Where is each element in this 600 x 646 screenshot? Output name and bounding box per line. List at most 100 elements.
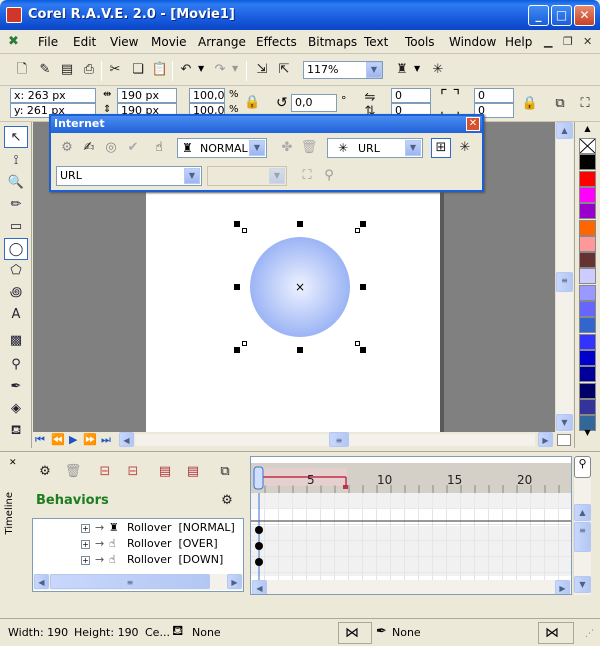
url-field[interactable]: URL (56, 166, 202, 186)
color-swatch[interactable] (579, 252, 596, 269)
print-icon[interactable]: ⎙ (79, 60, 99, 80)
maximize-button[interactable]: □ (551, 5, 572, 26)
link-type-dropdown-icon[interactable]: ▼ (405, 140, 421, 156)
new-behavior-icon[interactable]: ⚙ (34, 462, 56, 484)
scroll-down-button[interactable]: ▼ (556, 414, 573, 431)
selection-handle[interactable] (360, 347, 366, 353)
internet-title-bar[interactable]: Internet ✕ (51, 116, 482, 133)
menu-view[interactable]: View (110, 35, 138, 49)
color-swatch[interactable] (579, 366, 596, 383)
timeline-vertical-scrollbar[interactable]: ⚲ ▲ ≡ ▼ (573, 456, 591, 595)
node-handle[interactable] (242, 228, 247, 233)
cut-icon[interactable]: ✂ (105, 60, 125, 80)
scroll-thumb[interactable]: ≡ (556, 272, 573, 292)
bookmark-manager-icon[interactable]: ⚲ (319, 166, 339, 186)
first-frame-icon[interactable]: ⏮ (35, 433, 45, 447)
polygon-tool-icon[interactable]: ⬠ (4, 260, 28, 282)
timeline-options-icon[interactable]: ⧉ (214, 462, 236, 484)
freehand-tool-icon[interactable]: ✏ (4, 194, 28, 216)
color-swatch[interactable] (579, 333, 596, 350)
width-field[interactable]: 190 px (117, 88, 177, 103)
menu-file[interactable]: File (38, 35, 58, 49)
behaviors-tree[interactable]: + → ♜ Rollover [NORMAL] + → ☝ Rollover [… (32, 518, 244, 592)
remove-keyframe-icon[interactable]: ▤ (182, 462, 204, 484)
interactive-blend-icon[interactable]: ▩ (4, 330, 28, 352)
corner-topright-field[interactable]: 0 (474, 88, 514, 103)
spiral-tool-icon[interactable]: ꩜ (4, 282, 28, 304)
target-dropdown-icon[interactable]: ▼ (269, 168, 285, 184)
state-dropdown-icon[interactable]: ▼ (249, 140, 265, 156)
color-swatch[interactable] (579, 154, 596, 171)
canvas-vertical-scrollbar[interactable]: ▲ ≡ ▼ (555, 122, 573, 432)
copy-icon[interactable]: ❏ (128, 60, 148, 80)
mdi-close-icon[interactable]: ✕ (583, 35, 592, 48)
menu-help[interactable]: Help (505, 35, 532, 49)
no-color-swatch[interactable] (579, 138, 596, 154)
rollover-edit-icon[interactable]: ✍ (79, 138, 99, 158)
timeline-scroll-down[interactable]: ▼ (574, 576, 591, 593)
scroll-right-button[interactable]: ▶ (538, 432, 553, 447)
color-swatch[interactable] (579, 382, 596, 399)
zoom-dropdown-icon[interactable]: ▼ (366, 62, 382, 78)
text-tool-icon[interactable]: A (4, 304, 28, 326)
outline-tool-icon[interactable]: ✒ (4, 376, 28, 398)
bookmark-icon[interactable]: ⛶ (297, 166, 317, 186)
expand-icon[interactable]: + (81, 556, 90, 565)
show-hotspot-icon[interactable]: ⊞ (431, 138, 451, 158)
rollover-extract-icon[interactable]: ◎ (101, 138, 121, 158)
frame-ruler[interactable]: 5 10 15 20 (251, 463, 571, 493)
color-swatch[interactable] (579, 398, 596, 415)
menu-bitmaps[interactable]: Bitmaps (308, 35, 357, 49)
application-launcher-icon[interactable]: ♜ (392, 60, 412, 80)
selection-handle[interactable] (360, 221, 366, 227)
minimize-button[interactable]: _ (528, 5, 549, 26)
frames-scroll-right[interactable]: ▶ (555, 580, 570, 594)
undo-dropdown-icon[interactable]: ▼ (198, 64, 204, 73)
eyedropper-tool-icon[interactable]: ⚲ (4, 354, 28, 376)
internet-close-button[interactable]: ✕ (466, 117, 480, 131)
redo-dropdown-icon[interactable]: ▼ (232, 64, 238, 73)
color-swatch[interactable] (579, 186, 596, 203)
mdi-restore-icon[interactable]: ❐ (563, 35, 573, 48)
export-icon[interactable]: ⇱ (274, 60, 294, 80)
scale-x-field[interactable]: 100,0 (189, 88, 225, 103)
launcher-dropdown-icon[interactable]: ▼ (414, 64, 420, 73)
expand-icon[interactable]: + (81, 540, 90, 549)
rollover-link-icon[interactable]: ✤ (277, 138, 297, 158)
lock-ratio-icon[interactable]: 🔒 (243, 93, 261, 111)
frames-horizontal-scrollbar[interactable]: ◀ ▶ (251, 580, 571, 594)
insert-frames-icon[interactable]: ⊟ (94, 462, 116, 484)
selection-handle[interactable] (234, 347, 240, 353)
selection-handle[interactable] (297, 347, 303, 353)
rollover-create-icon[interactable]: ⚙ (57, 138, 77, 158)
menu-movie[interactable]: Movie (151, 35, 187, 49)
selection-handle[interactable] (234, 284, 240, 290)
x-position-field[interactable]: x: 263 px (10, 88, 96, 103)
color-swatch[interactable] (579, 301, 596, 317)
open-icon[interactable]: ✎ (35, 60, 55, 80)
scroll-up-button[interactable]: ▲ (556, 122, 573, 139)
delete-state-icon[interactable]: 🗑 (299, 138, 319, 158)
tree-scroll-left[interactable]: ◀ (34, 574, 49, 589)
rectangle-tool-icon[interactable]: ▭ (4, 216, 28, 238)
selection-handle[interactable] (297, 221, 303, 227)
selection-handle[interactable] (360, 284, 366, 290)
tree-scroll-right[interactable]: ▶ (227, 574, 242, 589)
new-icon[interactable]: 🗋 (12, 60, 32, 80)
color-swatch[interactable] (579, 219, 596, 236)
web-icon[interactable]: ✳ (428, 60, 448, 80)
resize-grip-icon[interactable]: ⋰ (585, 629, 594, 639)
timeline-scroll-up[interactable]: ▲ (574, 504, 591, 521)
node-handle[interactable] (355, 228, 360, 233)
close-button[interactable]: ✕ (574, 5, 595, 26)
to-front-icon[interactable]: ⧉ (550, 94, 570, 114)
mdi-minimize-icon[interactable]: ▁ (544, 35, 552, 48)
url-dropdown-icon[interactable]: ▼ (184, 168, 200, 184)
shape-tool-icon[interactable]: ⟟ (4, 150, 28, 172)
last-frame-icon[interactable]: ⏭ (101, 433, 111, 447)
ellipse-tool-icon[interactable]: ◯ (4, 238, 28, 260)
color-swatch[interactable] (579, 170, 596, 187)
timeline-frames-grid[interactable]: 5 10 15 20 ◀ ▶ (250, 456, 572, 595)
corner-lock-icon[interactable]: 🔒 (520, 94, 540, 114)
delete-frames-icon[interactable]: ⊟ (122, 462, 144, 484)
